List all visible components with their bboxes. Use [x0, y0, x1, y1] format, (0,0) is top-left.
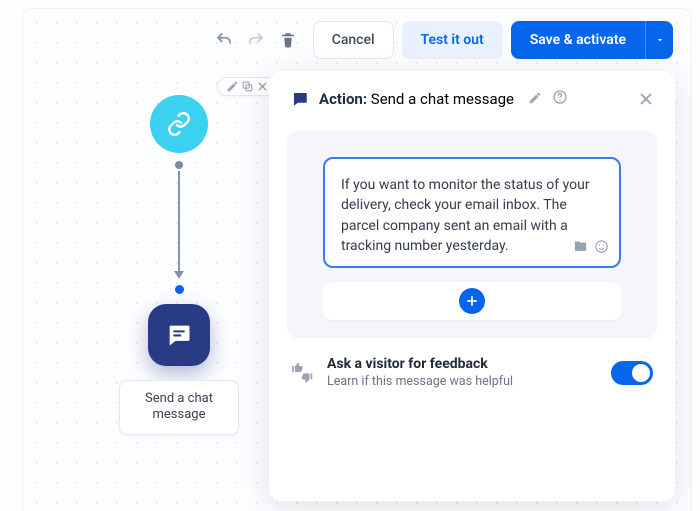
copy-icon[interactable] — [241, 80, 254, 93]
save-group: Save & activate — [511, 21, 673, 59]
feedback-text: Ask a visitor for feedback Learn if this… — [327, 356, 597, 389]
feedback-toggle[interactable] — [611, 361, 653, 385]
action-node[interactable] — [148, 304, 210, 366]
message-tools — [573, 239, 609, 260]
cancel-button[interactable]: Cancel — [313, 21, 394, 59]
panel-header: Action: Send a chat message — [269, 71, 675, 123]
feedback-row: Ask a visitor for feedback Learn if this… — [269, 338, 675, 409]
panel-title-name: Send a chat message — [371, 90, 514, 108]
caret-down-icon — [655, 35, 665, 45]
feedback-subtitle: Learn if this message was helpful — [327, 374, 597, 389]
chat-icon — [165, 321, 193, 349]
link-icon — [166, 111, 192, 137]
flow-canvas: Send a chat message — [109, 95, 249, 435]
panel-title-prefix: Action: — [319, 90, 367, 108]
test-button[interactable]: Test it out — [402, 21, 503, 59]
plus-icon — [459, 288, 485, 314]
save-activate-button[interactable]: Save & activate — [511, 21, 645, 59]
add-message-bar[interactable] — [323, 282, 621, 320]
connector-arrow — [174, 271, 184, 279]
top-toolbar: Cancel Test it out Save & activate — [23, 21, 691, 59]
connector-end — [175, 285, 184, 294]
chat-icon — [291, 90, 309, 108]
feedback-title: Ask a visitor for feedback — [327, 356, 597, 372]
message-editor[interactable]: If you want to monitor the status of you… — [323, 157, 621, 268]
file-icon[interactable] — [573, 239, 588, 260]
panel-title: Action: Send a chat message — [319, 90, 514, 108]
thumbs-icon — [291, 362, 313, 384]
redo-icon[interactable] — [247, 31, 265, 49]
connector-start — [175, 161, 183, 169]
emoji-icon[interactable] — [594, 239, 609, 260]
panel-title-actions — [528, 89, 568, 109]
action-panel: Action: Send a chat message If you want … — [269, 71, 675, 501]
panel-close-button[interactable] — [637, 90, 655, 108]
message-text: If you want to monitor the status of you… — [341, 177, 590, 254]
connector-line — [178, 171, 180, 271]
panel-body: If you want to monitor the status of you… — [287, 131, 657, 338]
trigger-node[interactable] — [150, 95, 208, 153]
action-node-label: Send a chat message — [119, 380, 239, 435]
history-tools — [215, 31, 297, 49]
help-icon[interactable] — [552, 89, 568, 109]
save-dropdown-button[interactable] — [645, 21, 673, 59]
pencil-icon[interactable] — [528, 90, 542, 109]
close-icon[interactable] — [256, 80, 269, 93]
undo-icon[interactable] — [215, 31, 233, 49]
trash-icon[interactable] — [279, 31, 297, 49]
pencil-icon[interactable] — [226, 80, 239, 93]
